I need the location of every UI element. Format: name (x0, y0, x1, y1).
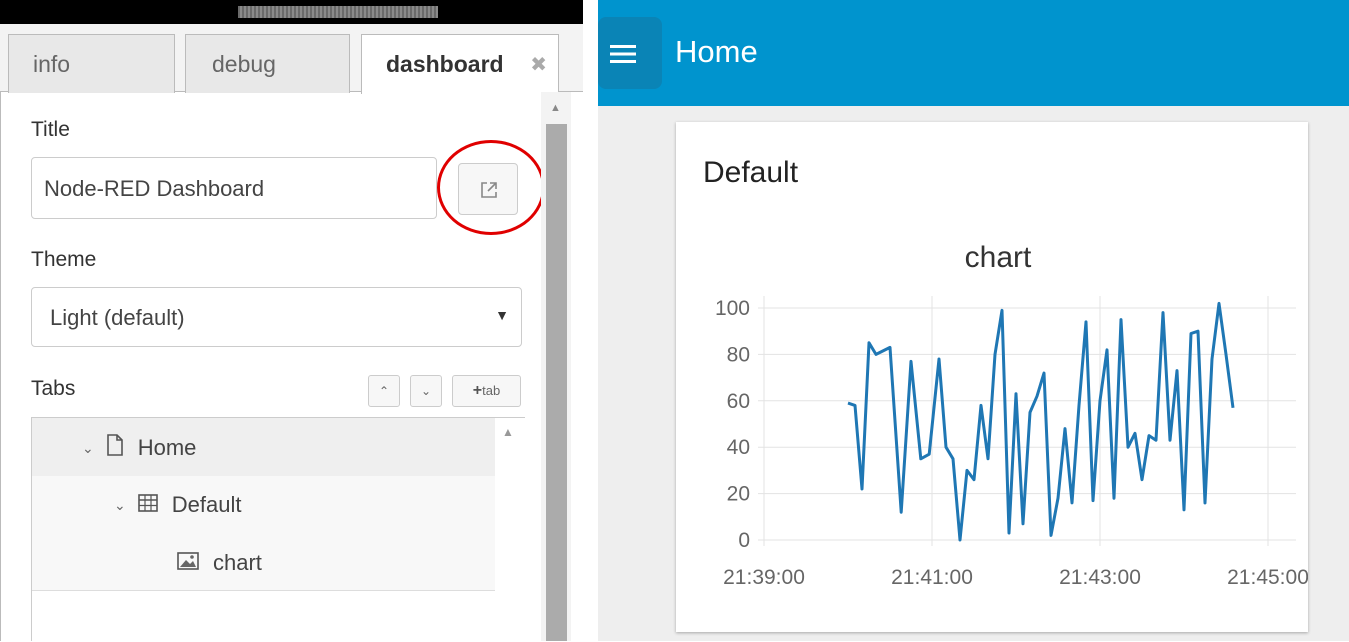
move-down-button[interactable]: ⌄ (410, 375, 442, 407)
y-tick-label: 40 (727, 436, 750, 459)
move-up-button[interactable]: ⌃ (368, 375, 400, 407)
scroll-up-icon[interactable]: ▲ (502, 425, 514, 439)
add-tab-button[interactable]: +tab (452, 375, 521, 407)
caret-down-icon: ▼ (495, 307, 509, 323)
sidebar-tab-bar: info debug dashboard ✖ (0, 24, 583, 94)
tree-item-chart[interactable]: chart (32, 534, 495, 591)
line-chart: chart 0 20 40 60 80 100 21:39:00 21:41:00 21:43:… (715, 241, 1308, 589)
dashboard-view: Home Default chart 0 20 40 60 80 100 21:39:00 2… (598, 0, 1349, 641)
dashboard-settings-panel: Title Node-RED Dashboard Theme Light (de… (0, 92, 583, 642)
scrollbar-thumb[interactable] (546, 124, 567, 641)
chevron-down-icon[interactable]: ⌄ (114, 497, 126, 514)
y-tick-label: 60 (727, 390, 750, 413)
dashboard-header: Home (598, 0, 1349, 106)
tree-item-default[interactable]: ⌄ Default (32, 476, 495, 534)
tree-scrollbar[interactable]: ▲ (495, 418, 525, 642)
scroll-up-icon[interactable]: ▲ (550, 102, 561, 114)
close-icon[interactable]: ✖ (530, 52, 547, 77)
group-card: Default chart 0 20 40 60 80 100 21:39:00 21:41:… (676, 122, 1308, 632)
tab-debug[interactable]: debug (185, 34, 350, 93)
resize-handle[interactable] (238, 6, 438, 18)
tabs-label: Tabs (31, 377, 76, 400)
tabs-tree: ⌄ Home ⌄ Default chart ▲ (31, 417, 525, 642)
x-tick-label: 21:41:00 (891, 566, 973, 589)
chart-title: chart (965, 241, 1032, 274)
tab-dashboard[interactable]: dashboard ✖ (361, 34, 559, 94)
file-icon (106, 434, 124, 462)
theme-select-value: Light (default) (50, 305, 185, 330)
y-tick-label: 20 (727, 483, 750, 506)
title-label: Title (31, 118, 70, 141)
tab-info-label: info (33, 51, 71, 77)
node-red-sidebar: info debug dashboard ✖ Title Node-RED Da… (0, 0, 583, 642)
theme-label: Theme (31, 248, 97, 271)
add-tab-label: tab (482, 383, 501, 398)
table-icon (137, 492, 158, 518)
y-tick-label: 0 (738, 529, 750, 552)
series-line (847, 301, 1235, 542)
page-title: Home (675, 34, 758, 69)
y-tick-label: 100 (715, 297, 750, 320)
chevron-up-icon: ⌃ (378, 384, 390, 398)
sidebar-separator-bar (0, 0, 583, 24)
y-tick-label: 80 (727, 343, 750, 366)
highlight-circle (437, 140, 545, 235)
tree-item-label: chart (213, 550, 262, 575)
theme-select[interactable]: Light (default) ▼ (31, 287, 522, 347)
image-icon (177, 550, 199, 576)
tab-info[interactable]: info (8, 34, 175, 93)
x-tick-label: 21:45:00 (1227, 566, 1308, 589)
tree-item-home[interactable]: ⌄ Home (32, 418, 495, 476)
tree-item-label: Home (137, 435, 197, 460)
title-input[interactable]: Node-RED Dashboard (31, 157, 437, 219)
plus-icon: + (472, 382, 483, 399)
x-tick-label: 21:39:00 (723, 566, 805, 589)
hamburger-icon (610, 45, 636, 63)
tab-dashboard-label: dashboard (386, 51, 504, 77)
chevron-down-icon: ⌄ (420, 384, 432, 398)
x-tick-label: 21:43:00 (1059, 566, 1141, 589)
panel-scrollbar[interactable]: ▲ (541, 92, 571, 641)
chevron-down-icon[interactable]: ⌄ (82, 440, 94, 457)
tree-item-label: Default (171, 492, 242, 517)
tab-debug-label: debug (212, 51, 276, 77)
menu-button[interactable] (598, 17, 662, 89)
